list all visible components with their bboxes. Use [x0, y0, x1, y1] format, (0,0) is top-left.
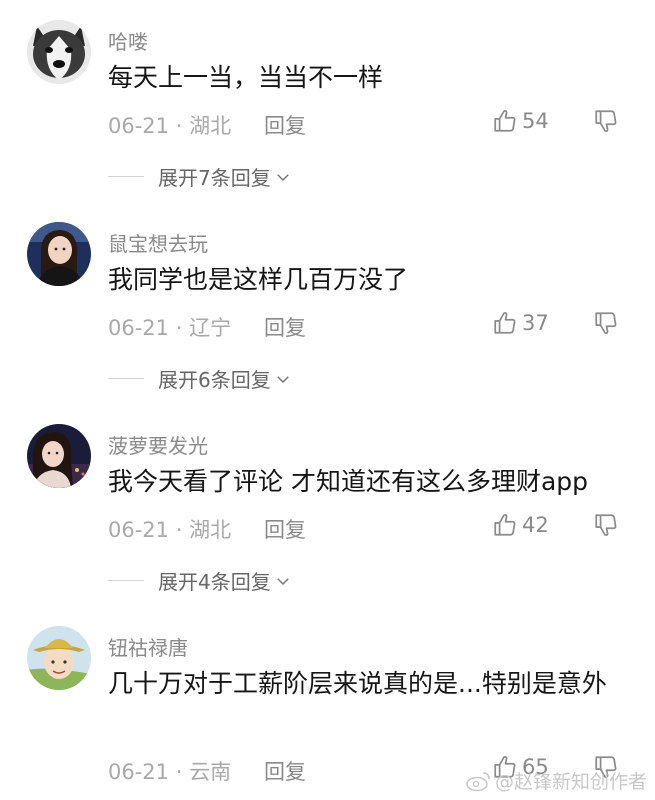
comment-meta: 06-21 · 湖北 [108, 514, 231, 544]
thumbs-up-icon [494, 312, 516, 334]
thumbs-up-icon [494, 110, 516, 132]
weibo-logo-icon [466, 771, 490, 791]
expand-replies-label: 展开4条回复 [158, 570, 271, 594]
chevron-down-icon [276, 375, 289, 383]
chevron-down-icon [276, 577, 289, 585]
girl-portrait-avatar-icon [27, 222, 91, 286]
comment-location: 云南 [189, 760, 232, 784]
reply-button[interactable]: 回复 [264, 514, 306, 544]
user-avatar[interactable] [27, 424, 91, 488]
expand-divider [108, 176, 144, 177]
comment-username[interactable]: 鼠宝想去玩 [108, 228, 208, 257]
like-count: 37 [522, 311, 549, 335]
comment-location: 辽宁 [189, 316, 232, 340]
like-count: 54 [522, 109, 549, 133]
watermark-text: @赵锋新知创作者 [494, 771, 647, 793]
comment-date: 06-21 [108, 316, 170, 340]
cartoon-hat-avatar-icon [27, 626, 91, 690]
comment-date: 06-21 [108, 518, 170, 542]
meta-separator: · [175, 316, 183, 340]
expand-replies-button[interactable]: 展开6条回复 [108, 364, 292, 393]
comment-text: 我同学也是这样几百万没了 [108, 265, 409, 294]
dislike-button[interactable] [593, 108, 619, 138]
thumbs-up-icon [494, 514, 516, 536]
expand-divider [108, 378, 144, 379]
dislike-button[interactable] [593, 310, 619, 340]
reply-button[interactable]: 回复 [264, 312, 306, 342]
meta-separator: · [175, 518, 183, 542]
expand-replies-button[interactable]: 展开4条回复 [108, 566, 292, 595]
expand-replies-button[interactable]: 展开7条回复 [108, 162, 292, 191]
meta-separator: · [175, 114, 183, 138]
comment-location: 湖北 [189, 114, 232, 138]
expand-replies-label: 展开6条回复 [158, 368, 271, 392]
reply-button[interactable]: 回复 [264, 110, 306, 140]
comment-username[interactable]: 菠萝要发光 [108, 430, 208, 459]
like-button[interactable]: 54 [492, 108, 549, 134]
like-button[interactable]: 42 [492, 512, 549, 538]
comment-meta: 06-21 · 辽宁 [108, 312, 231, 342]
girl-night-avatar-icon [27, 424, 91, 488]
comment-location: 湖北 [189, 518, 232, 542]
thumbs-down-icon [595, 514, 617, 536]
reply-button[interactable]: 回复 [264, 756, 306, 786]
chevron-down-icon [276, 173, 289, 181]
like-button[interactable]: 37 [492, 310, 549, 336]
comment-text: 每天上一当，当当不一样 [108, 63, 384, 92]
dislike-button[interactable] [593, 512, 619, 542]
user-avatar[interactable] [27, 626, 91, 690]
user-avatar[interactable] [27, 20, 91, 84]
thumbs-down-icon [595, 110, 617, 132]
comment-meta: 06-21 · 云南 [108, 756, 231, 786]
comment-username[interactable]: 钮祜禄唐 [108, 632, 188, 661]
comment-text: 几十万对于工薪阶层来说真的是...特别是意外 [108, 669, 607, 698]
like-count: 42 [522, 513, 549, 537]
thumbs-down-icon [595, 312, 617, 334]
meta-separator: · [175, 760, 183, 784]
comment-text: 我今天看了评论 才知道还有这么多理财app [108, 467, 589, 496]
comment-date: 06-21 [108, 760, 170, 784]
comment-meta: 06-21 · 湖北 [108, 110, 231, 140]
expand-replies-label: 展开7条回复 [158, 166, 271, 190]
watermark: @赵锋新知创作者 [465, 767, 647, 794]
husky-dog-avatar-icon [27, 20, 91, 84]
comment-date: 06-21 [108, 114, 170, 138]
expand-divider [108, 580, 144, 581]
user-avatar[interactable] [27, 222, 91, 286]
comment-username[interactable]: 哈喽 [108, 26, 148, 55]
